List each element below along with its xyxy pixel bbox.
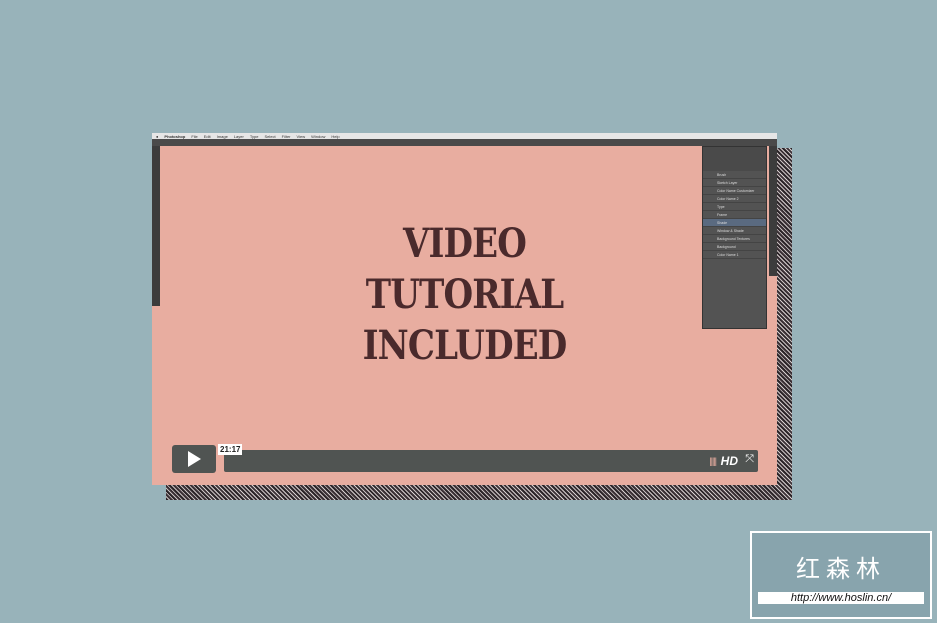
watermark: 红森林 http://www.hoslin.cn/ [750,531,932,619]
layer-row[interactable]: Type [703,203,766,211]
menu-item[interactable]: Select [264,134,275,139]
menu-item[interactable]: Help [331,134,339,139]
progress-bar[interactable]: ||||| HD ⤧ [224,450,758,472]
panel-icons-strip[interactable] [769,146,777,276]
layers-panel-header [703,147,766,171]
watermark-url: http://www.hoslin.cn/ [758,592,924,604]
volume-icon[interactable]: ||||| [709,456,717,466]
layer-row[interactable]: Brush [703,171,766,179]
photoshop-window: ● Photoshop File Edit Image Layer Type S… [152,133,777,485]
headline-line: VIDEO [402,220,527,267]
headline-line: TUTORIAL [365,271,564,318]
layer-row[interactable]: Sketch Layer [703,179,766,187]
menu-item[interactable]: Filter [282,134,291,139]
menu-item[interactable]: Photoshop [164,134,185,139]
menu-item[interactable]: Window [311,134,325,139]
tools-panel[interactable] [152,146,160,306]
menu-item[interactable]: View [297,134,306,139]
headline: VIDEO TUTORIAL INCLUDED [199,218,730,371]
layer-row[interactable]: Color Name Customizer [703,187,766,195]
time-tooltip: 21:17 [218,444,243,455]
apple-icon[interactable]: ● [156,134,158,139]
layer-row[interactable]: Color Name 2 [703,195,766,203]
menu-item[interactable]: Edit [204,134,211,139]
menu-item[interactable]: File [191,134,197,139]
watermark-name: 红森林 [796,556,886,583]
hd-button[interactable]: HD [721,454,738,468]
play-button[interactable] [172,445,216,473]
headline-line: INCLUDED [362,322,568,369]
menu-item[interactable]: Layer [234,134,244,139]
options-bar [152,139,777,146]
menu-item[interactable]: Image [217,134,228,139]
fullscreen-icon[interactable]: ⤧ [745,453,754,466]
menu-item[interactable]: Type [250,134,259,139]
